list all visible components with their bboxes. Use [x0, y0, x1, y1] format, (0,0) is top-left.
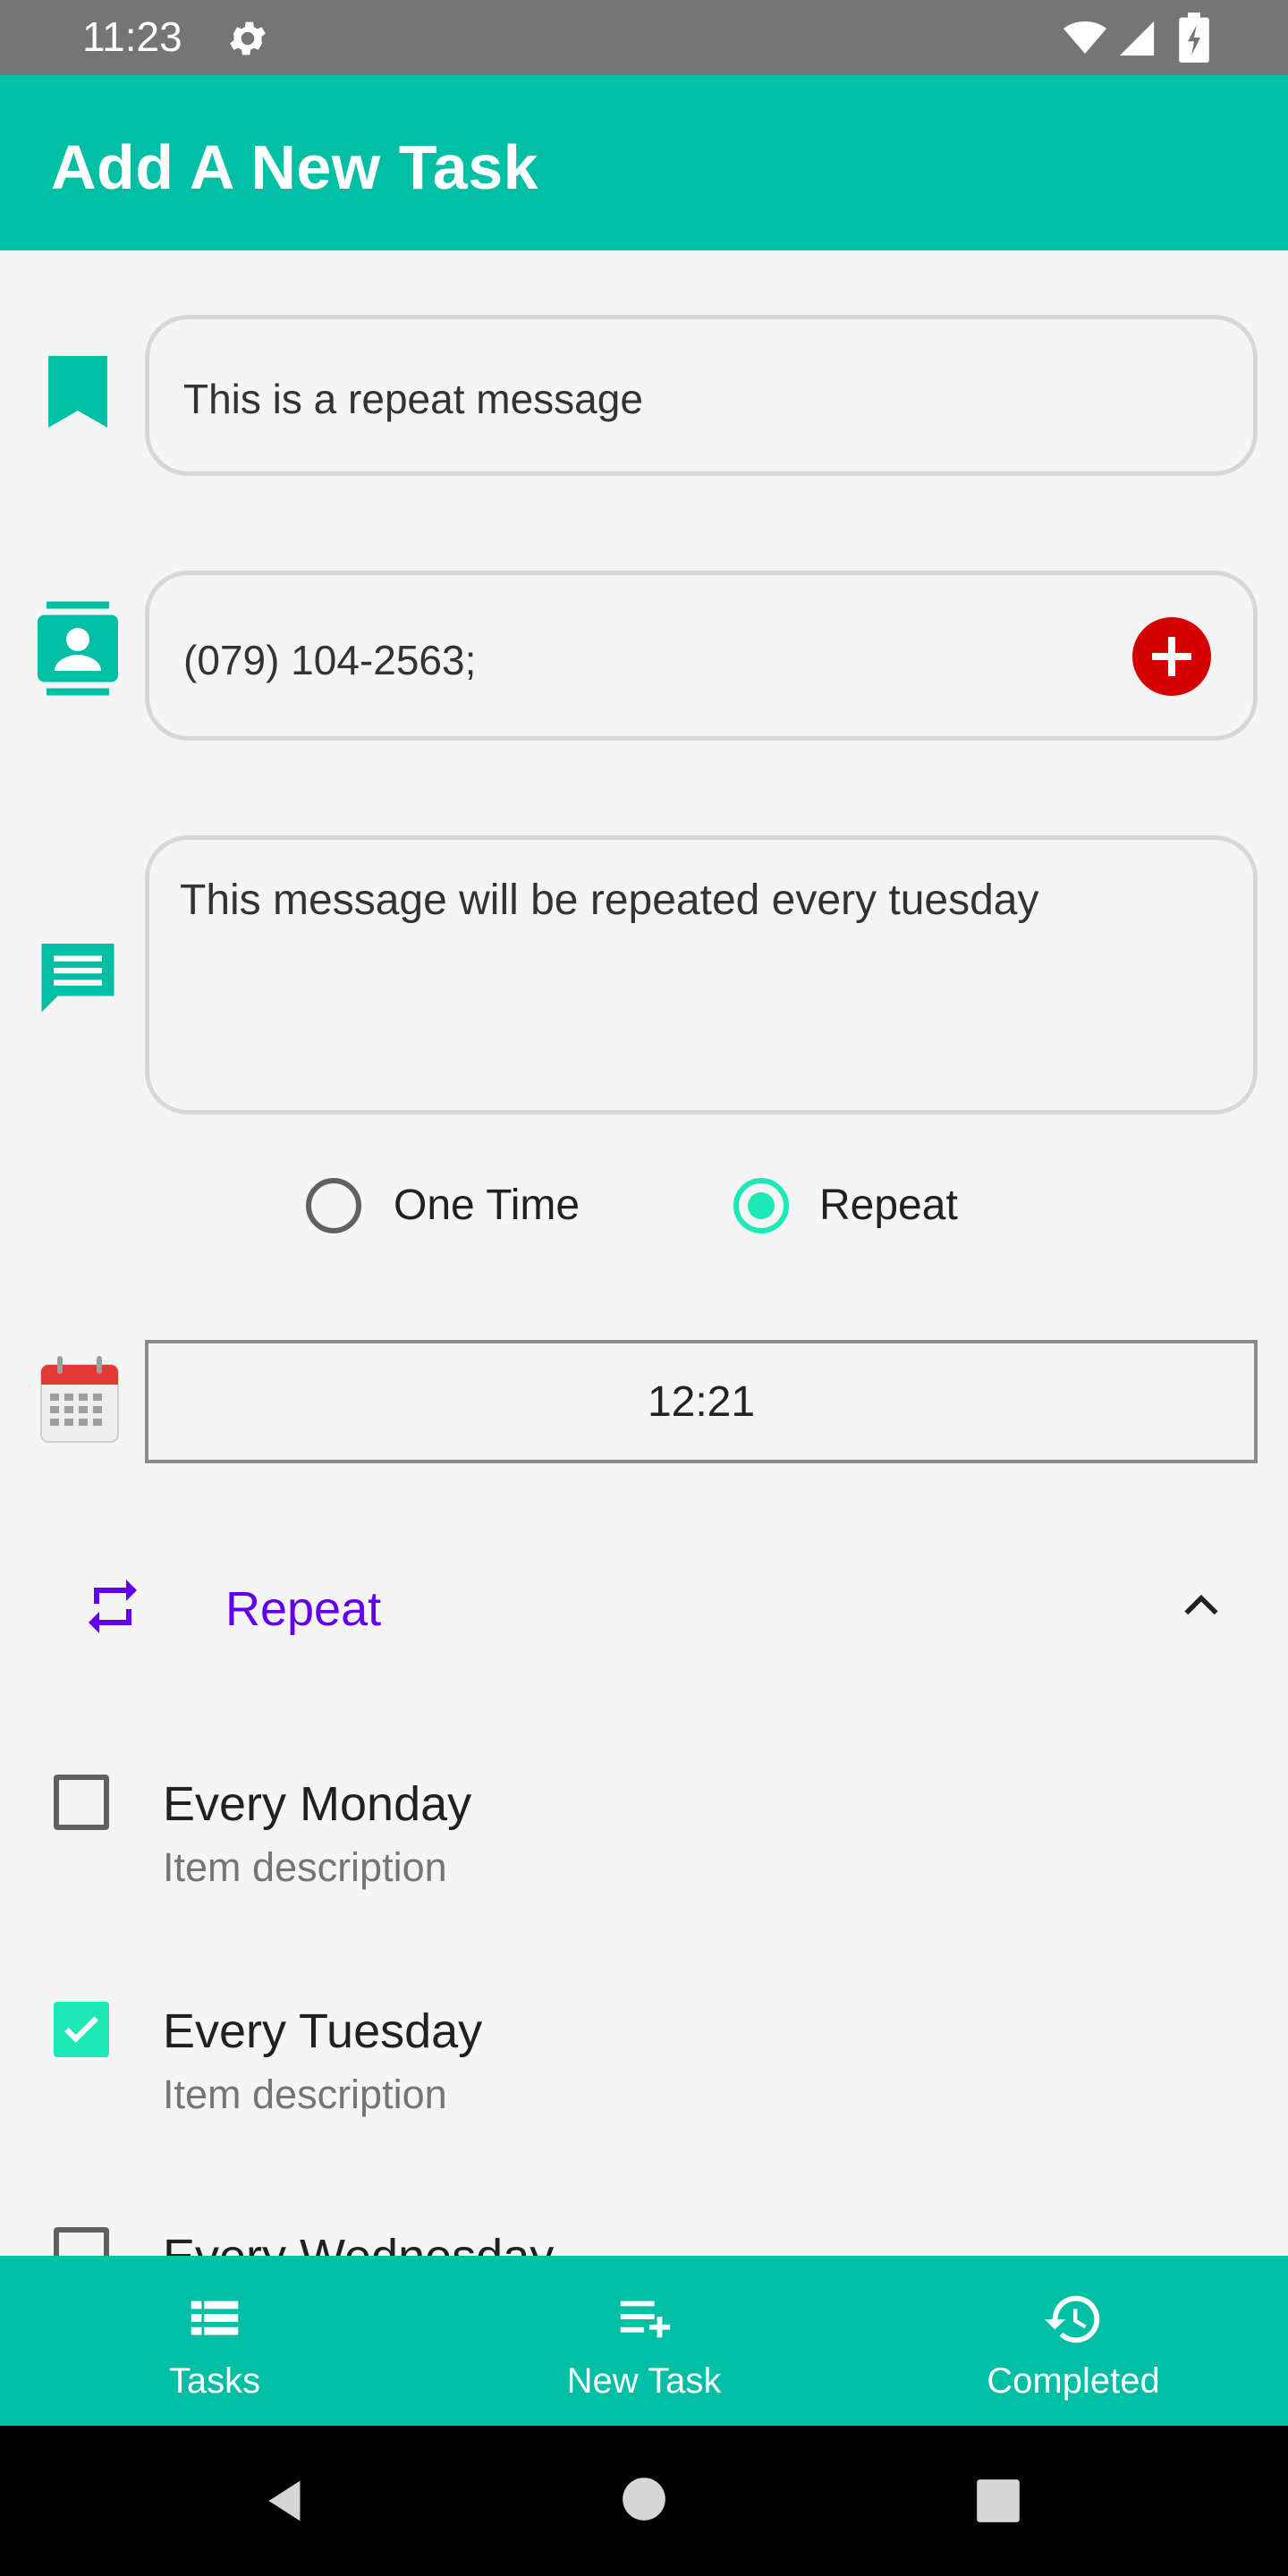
playlist-add-icon	[620, 2301, 671, 2338]
repeat-label[interactable]: Repeat	[819, 1181, 958, 1230]
bottom-navigation: Tasks New Task Completed	[0, 2256, 1288, 2426]
task-title-field[interactable]: This is a repeat message	[145, 315, 1258, 476]
repeat-items-list: Every Monday Item description Every Tues…	[0, 1735, 1288, 2256]
system-navigation-bar	[0, 2426, 1288, 2576]
repeat-radio[interactable]	[733, 1178, 789, 1233]
message-field[interactable]: This message will be repeated every tues…	[145, 835, 1258, 1114]
bookmark-icon	[48, 356, 107, 428]
nav-label: Completed	[987, 2361, 1160, 2401]
history-icon	[1044, 2295, 1100, 2343]
every-wednesday-checkbox[interactable]	[54, 2227, 109, 2256]
message-icon	[41, 944, 114, 1013]
every-tuesday-checkbox[interactable]	[54, 2002, 109, 2057]
list-item-title[interactable]: Every Wednesday	[163, 2229, 554, 2256]
list-item-title[interactable]: Every Tuesday	[163, 2004, 482, 2059]
calendar-icon	[40, 1356, 119, 1443]
back-icon[interactable]	[258, 2474, 311, 2528]
contact-field[interactable]: (079) 104-2563;	[145, 571, 1258, 741]
list-item-description: Item description	[163, 2072, 447, 2117]
list-item-description: Item description	[163, 1844, 447, 1890]
plus-icon	[1152, 637, 1191, 676]
time-value: 12:21	[647, 1378, 756, 1426]
nav-label: Tasks	[168, 2361, 261, 2401]
cell-signal-icon	[1119, 21, 1155, 56]
every-monday-checkbox[interactable]	[54, 1775, 109, 1830]
chevron-up-icon[interactable]	[1179, 1583, 1224, 1628]
add-contact-button[interactable]	[1132, 617, 1211, 696]
settings-gear-icon	[230, 21, 266, 55]
recents-icon[interactable]	[975, 2478, 1021, 2524]
list-icon	[191, 2301, 239, 2335]
one-time-label[interactable]: One Time	[394, 1181, 580, 1230]
list-item-title[interactable]: Every Monday	[163, 1776, 471, 1832]
message-value: This message will be repeated every tues…	[180, 877, 1039, 924]
repeat-icon	[89, 1580, 137, 1633]
one-time-radio[interactable]	[306, 1178, 361, 1233]
page-title: Add A New Task	[51, 132, 539, 202]
battery-charging-icon	[1179, 13, 1209, 63]
nav-completed[interactable]: Completed	[859, 2256, 1288, 2426]
nav-tasks[interactable]: Tasks	[0, 2256, 429, 2426]
wifi-icon	[1063, 21, 1106, 54]
check-icon	[64, 2016, 98, 2043]
radio-selected-dot	[748, 1192, 775, 1219]
repeat-section-title[interactable]: Repeat	[225, 1581, 381, 1637]
task-title-value: This is a repeat message	[183, 376, 643, 422]
time-picker-field[interactable]: 12:21	[145, 1340, 1258, 1463]
contact-value: (079) 104-2563;	[183, 637, 477, 683]
nav-label: New Task	[566, 2361, 722, 2401]
nav-new-task[interactable]: New Task	[429, 2256, 859, 2426]
status-time: 11:23	[82, 13, 182, 60]
home-icon[interactable]	[621, 2476, 667, 2522]
contact-icon	[38, 601, 118, 696]
